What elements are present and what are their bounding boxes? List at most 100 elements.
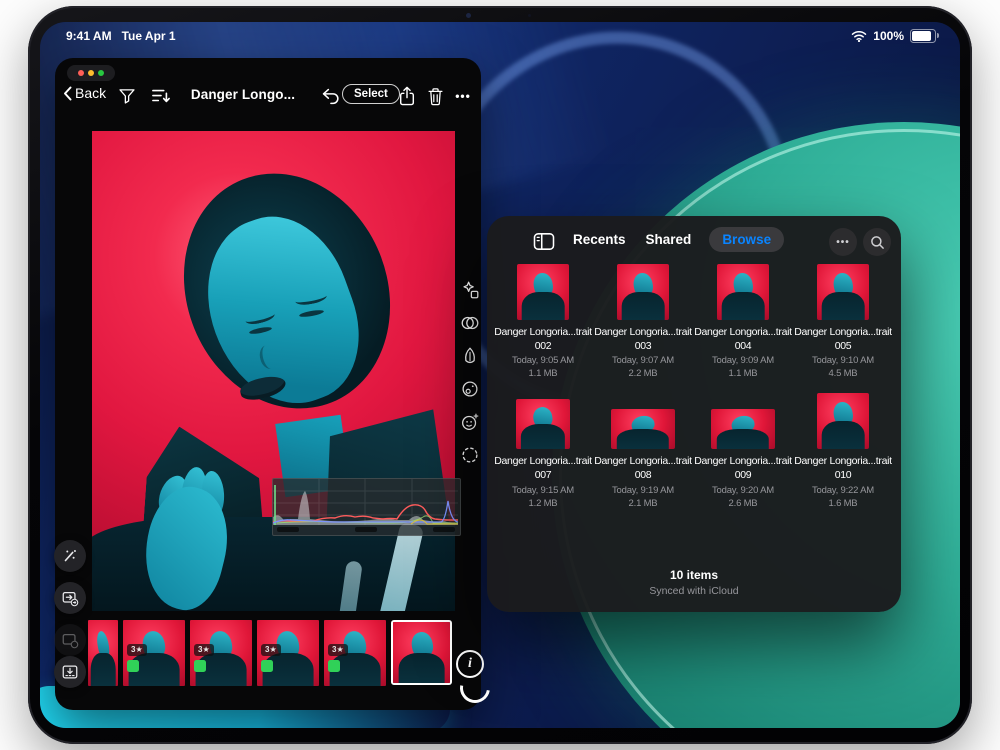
file-thumbnail: [817, 264, 869, 320]
zoom-window-dot[interactable]: [98, 70, 104, 76]
thumbnail-image: [393, 622, 450, 683]
file-size: 1.1 MB: [729, 368, 758, 379]
approved-flag: [194, 660, 206, 672]
retouch-icon[interactable]: [458, 410, 482, 434]
thumbnail-image: [88, 620, 118, 686]
file-date: Today, 9:20 AM: [712, 485, 774, 496]
camera-sensor-dot: [528, 14, 531, 17]
file-name: Danger Longoria...trait 008: [591, 455, 695, 482]
file-thumb-wrap: [717, 262, 769, 320]
editing-tool-rail: [457, 278, 483, 467]
file-item[interactable]: Danger Longoria...trait 005Today, 9:10 A…: [793, 262, 893, 379]
minimize-window-dot[interactable]: [88, 70, 94, 76]
select-button[interactable]: Select: [342, 84, 400, 104]
back-label: Back: [75, 85, 106, 101]
files-footer: 10 items Synced with iCloud: [487, 568, 901, 597]
file-item[interactable]: Danger Longoria...trait 010 Today, 9:22 A…: [793, 391, 893, 508]
file-thumbnail: [617, 264, 669, 320]
file-item[interactable]: Danger Longoria...trait 004 Today, 9:09 A…: [693, 262, 793, 379]
photo-editor-window: Back Danger Longo... Select: [55, 58, 481, 710]
file-thumb-wrap: [611, 391, 675, 449]
auto-enhance-button[interactable]: [54, 540, 86, 572]
rating-badge: 3★: [194, 644, 214, 656]
adjust-icon[interactable]: [458, 377, 482, 401]
close-window-dot[interactable]: [78, 70, 84, 76]
file-size: 2.1 MB: [629, 498, 658, 509]
file-size: 2.2 MB: [629, 368, 658, 379]
filmstrip-thumb[interactable]: 3★: [257, 620, 319, 686]
files-header: Recents Shared Browse •••: [487, 216, 901, 268]
tab-recents[interactable]: Recents: [571, 227, 628, 252]
editor-toolbar: Back Danger Longo... Select: [55, 82, 481, 112]
sidebar-toggle-icon[interactable]: [533, 232, 555, 251]
wifi-icon: [851, 30, 867, 42]
document-title: Danger Longo...: [175, 87, 311, 102]
file-thumbnail: [817, 393, 869, 449]
files-search-button[interactable]: [863, 228, 891, 256]
file-size: 1.6 MB: [829, 498, 858, 509]
file-name: Danger Longoria...trait 005: [791, 326, 895, 353]
filter-button[interactable]: [115, 84, 139, 108]
file-date: Today, 9:19 AM: [612, 485, 674, 496]
file-item[interactable]: Danger Longoria...trait 003Today, 9:07 A…: [593, 262, 693, 379]
rating-badge: 3★: [328, 644, 348, 656]
back-button[interactable]: Back: [63, 85, 106, 101]
filters-icon[interactable]: [458, 311, 482, 335]
delete-button[interactable]: [423, 84, 447, 108]
share-button[interactable]: [395, 84, 419, 108]
file-date: Today, 9:22 AM: [812, 485, 874, 496]
export-sync-button[interactable]: [54, 582, 86, 614]
file-name: Danger Longoria...trait 002: [491, 326, 595, 353]
chevron-left-icon: [63, 86, 72, 101]
marketing-canvas: { "status": { "time": "9:41 AM", "date":…: [0, 0, 1000, 750]
tab-browse[interactable]: Browse: [709, 227, 784, 252]
file-name: Danger Longoria...trait 004: [691, 326, 795, 353]
files-more-button[interactable]: •••: [829, 228, 857, 256]
filmstrip-thumb[interactable]: 3★: [123, 620, 185, 686]
file-item[interactable]: Danger Longoria...trait 008 Today, 9:19 A…: [593, 391, 693, 508]
sort-button[interactable]: [149, 84, 173, 108]
file-date: Today, 9:07 AM: [612, 355, 674, 366]
undo-button[interactable]: [318, 84, 342, 108]
save-to-files-button[interactable]: [54, 656, 86, 688]
sync-status: Synced with iCloud: [487, 585, 901, 597]
status-date: Tue Apr 1: [122, 29, 176, 43]
file-thumb-wrap: [516, 391, 570, 449]
file-item[interactable]: Danger Longoria...trait 002Today, 9:05 A…: [493, 262, 593, 379]
status-time: 9:41 AM: [66, 29, 112, 43]
more-options-button[interactable]: •••: [451, 84, 475, 108]
filmstrip-thumb[interactable]: 3★: [324, 620, 386, 686]
files-grid: Danger Longoria...trait 002Today, 9:05 A…: [493, 262, 895, 521]
file-name: Danger Longoria...trait 010: [791, 455, 895, 482]
histogram-panel: [272, 478, 461, 536]
filmstrip-thumb[interactable]: [88, 620, 118, 686]
file-date: Today, 9:15 AM: [512, 485, 574, 496]
tab-shared[interactable]: Shared: [644, 227, 694, 252]
rating-badge: 3★: [127, 644, 147, 656]
window-controls[interactable]: [67, 65, 115, 81]
filmstrip-thumb[interactable]: 3★: [190, 620, 252, 686]
approved-flag: [328, 660, 340, 672]
file-thumbnail: [517, 264, 569, 320]
file-date: Today, 9:09 AM: [712, 355, 774, 366]
export-disabled-button: [54, 624, 86, 656]
file-thumb-wrap: [817, 391, 869, 449]
filmstrip-thumb-selected[interactable]: [391, 620, 452, 685]
file-name: Danger Longoria...trait 007: [491, 455, 595, 482]
rating-badge: 3★: [261, 644, 281, 656]
repair-icon[interactable]: [458, 443, 482, 467]
files-tabs: Recents Shared Browse: [571, 227, 784, 252]
front-camera: [466, 13, 471, 18]
battery-percent: 100%: [873, 29, 904, 43]
file-item[interactable]: Danger Longoria...trait 007 Today, 9:15 A…: [493, 391, 593, 508]
photo-canvas[interactable]: [92, 131, 455, 611]
ml-enhance-icon[interactable]: [458, 278, 482, 302]
file-size: 2.6 MB: [729, 498, 758, 509]
file-thumb-wrap: [517, 262, 569, 320]
ipad-device: 9:41 AM Tue Apr 1 100% Back: [28, 6, 972, 744]
battery-icon: [910, 29, 936, 43]
file-item[interactable]: Danger Longoria...trait 009Today, 9:20 A…: [693, 391, 793, 508]
item-count: 10 items: [487, 568, 901, 582]
crop-tool-icon[interactable]: [458, 344, 482, 368]
approved-flag: [261, 660, 273, 672]
